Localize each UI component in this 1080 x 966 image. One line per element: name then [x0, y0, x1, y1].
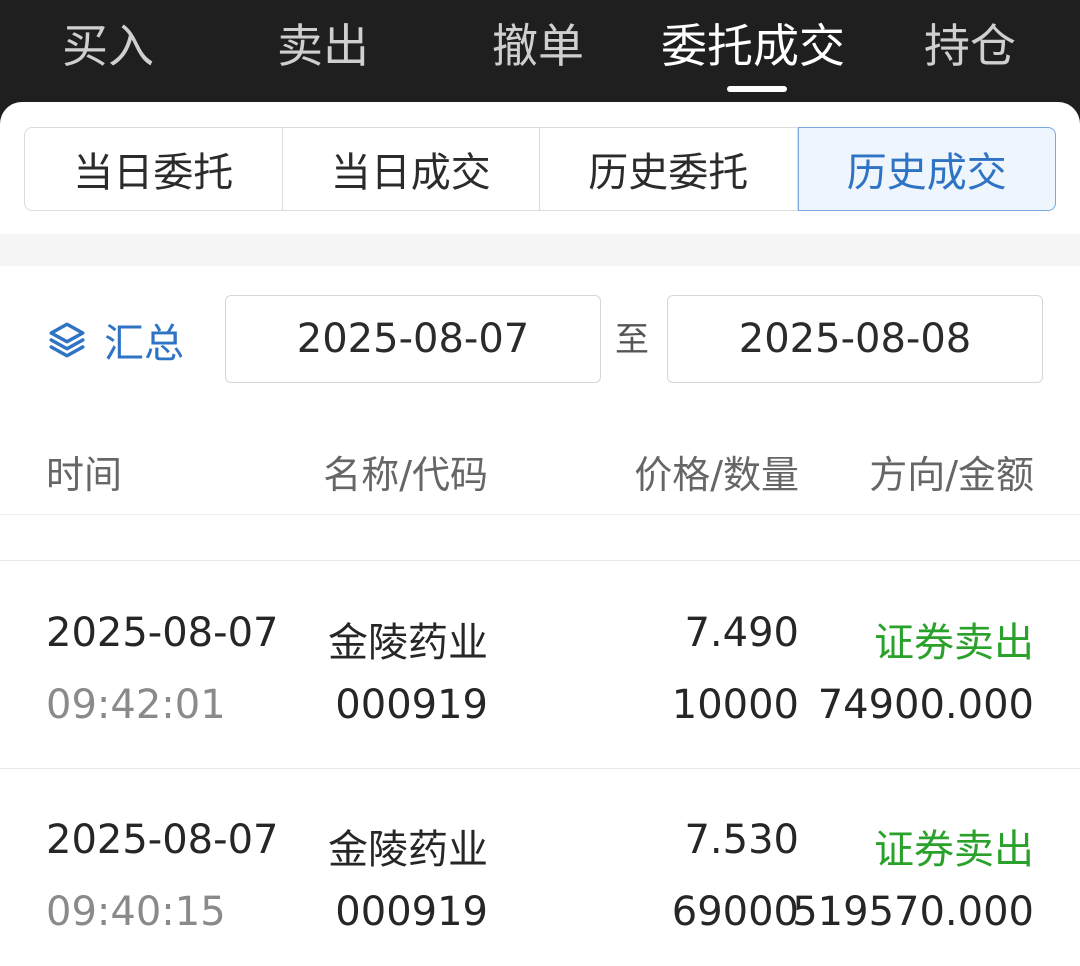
- stock-name: 金陵药业: [328, 620, 488, 666]
- trade-direction: 证券卖出: [874, 620, 1034, 666]
- table-row[interactable]: 2025-08-07 09:40:15 金陵药业 000919 7.530 69…: [0, 769, 1080, 966]
- summary-button[interactable]: 汇总: [46, 295, 184, 385]
- layers-icon: [49, 322, 85, 358]
- trade-amount: 519570.000: [792, 889, 1034, 935]
- subtab-history-trades[interactable]: 历史成交: [797, 127, 1056, 211]
- content-sheet: 当日委托 当日成交 历史委托 历史成交 汇总 2025-08-07 至 2025…: [0, 102, 1080, 966]
- stock-name: 金陵药业: [328, 827, 488, 873]
- trade-price: 7.530: [684, 817, 799, 863]
- active-tab-indicator: [727, 86, 787, 92]
- summary-label: 汇总: [104, 321, 184, 367]
- end-date-field[interactable]: 2025-08-08: [667, 295, 1043, 383]
- trade-time: 09:42:01: [46, 682, 226, 728]
- stock-code: 000919: [335, 682, 488, 728]
- tab-sell[interactable]: 卖出: [277, 16, 369, 76]
- date-filter: 汇总 2025-08-07 至 2025-08-08: [0, 295, 1080, 385]
- trade-date: 2025-08-07: [46, 817, 279, 863]
- table-row[interactable]: 2025-08-07 09:42:01 金陵药业 000919 7.490 10…: [0, 562, 1080, 768]
- date-range-separator: 至: [615, 320, 649, 360]
- sub-tab-bar: 当日委托 当日成交 历史委托 历史成交: [24, 127, 1056, 211]
- subtab-today-orders[interactable]: 当日委托: [25, 128, 283, 210]
- tab-positions[interactable]: 持仓: [924, 16, 1016, 76]
- trade-direction: 证券卖出: [874, 827, 1034, 873]
- header-price-qty: 价格/数量: [634, 453, 799, 497]
- row-divider: [0, 560, 1080, 561]
- header-time: 时间: [46, 453, 123, 497]
- subtab-today-trades[interactable]: 当日成交: [283, 128, 540, 210]
- trade-quantity: 69000: [671, 889, 799, 935]
- tab-orders-trades[interactable]: 委托成交: [661, 16, 845, 76]
- header-name-code: 名称/代码: [323, 453, 488, 497]
- trade-date: 2025-08-07: [46, 610, 279, 656]
- top-nav: 买入 卖出 撤单 委托成交 持仓: [0, 0, 1080, 104]
- stock-code: 000919: [335, 889, 488, 935]
- trade-time: 09:40:15: [46, 889, 226, 935]
- header-direction-amount: 方向/金额: [869, 453, 1034, 497]
- section-separator: [0, 234, 1080, 266]
- trade-amount: 74900.000: [817, 682, 1034, 728]
- subtab-history-orders[interactable]: 历史委托: [540, 128, 798, 210]
- table-header: 时间 名称/代码 价格/数量 方向/金额: [0, 414, 1080, 515]
- tab-buy[interactable]: 买入: [62, 16, 154, 76]
- trade-quantity: 10000: [671, 682, 799, 728]
- tab-cancel[interactable]: 撤单: [492, 16, 584, 76]
- trade-price: 7.490: [684, 610, 799, 656]
- start-date-field[interactable]: 2025-08-07: [225, 295, 601, 383]
